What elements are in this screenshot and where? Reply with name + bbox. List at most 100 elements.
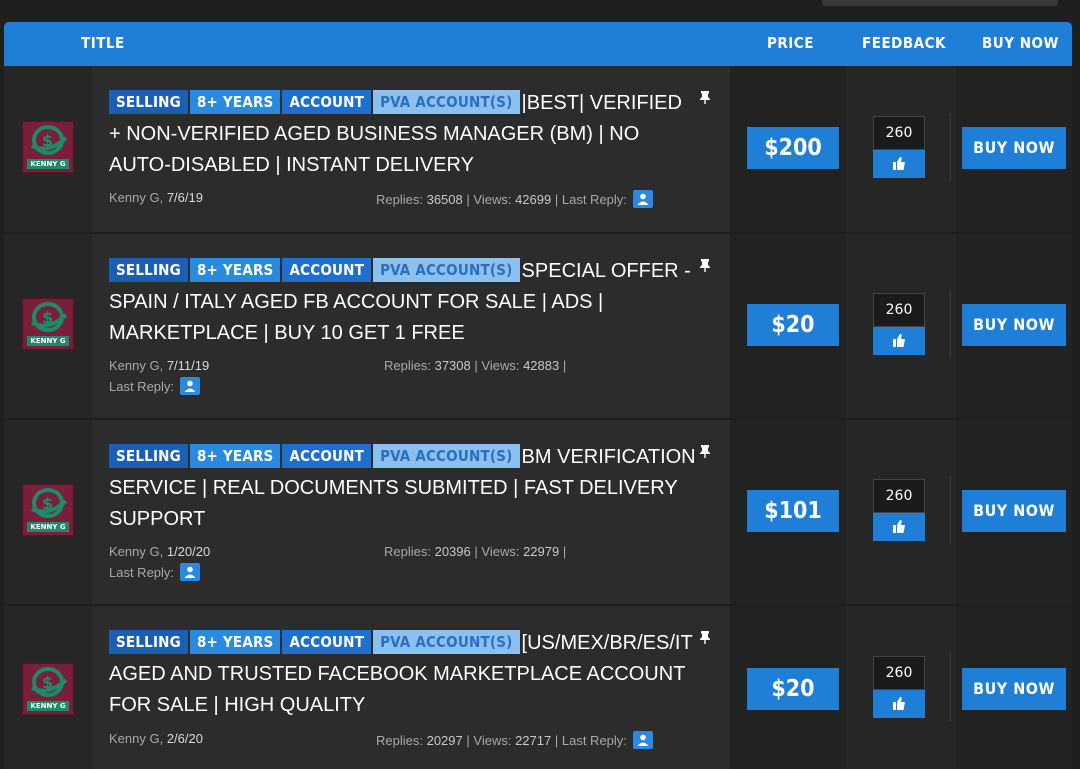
- user-icon[interactable]: [180, 377, 201, 395]
- column-price[interactable]: PRICE: [767, 34, 814, 52]
- table-row: $ KENNY G SELLING 8+ YEARS ACCOUNT PVA ACCO…: [4, 66, 1072, 234]
- pin-icon: [698, 443, 712, 462]
- avatar[interactable]: $ KENNY G: [22, 121, 74, 173]
- tag-pva[interactable]: PVA ACCOUNT(S): [373, 444, 520, 468]
- last-reply-label: Last Reply:: [561, 192, 627, 207]
- thread-date[interactable]: 7/11/19: [167, 358, 209, 373]
- thread-meta: Kenny G, 7/6/19: [109, 190, 203, 205]
- thread-stats: Replies: 20396 | Views: 22979 |: [384, 544, 566, 559]
- price-button[interactable]: $20: [747, 668, 839, 710]
- tag-selling[interactable]: SELLING: [109, 444, 188, 468]
- dollar-globe-icon: $: [31, 667, 68, 697]
- avatar-label: KENNY G: [27, 159, 69, 169]
- divider: [950, 290, 951, 358]
- buy-now-button[interactable]: BUY NOW: [962, 127, 1066, 169]
- avatar[interactable]: $ KENNY G: [22, 663, 74, 715]
- avatar[interactable]: $ KENNY G: [22, 298, 74, 350]
- feedback-count: 260: [873, 293, 925, 327]
- thread-table: TITLE PRICE FEEDBACK BUY NOW $ KENNY G S…: [4, 22, 1072, 769]
- views-label: Views:: [473, 733, 512, 748]
- author-name[interactable]: Kenny G,: [109, 358, 163, 373]
- svg-text:$: $: [42, 494, 53, 513]
- thread-date[interactable]: 7/6/19: [167, 190, 203, 205]
- tag-years[interactable]: 8+ YEARS: [189, 90, 281, 114]
- thread-date[interactable]: 1/20/20: [167, 544, 210, 559]
- tag-pva[interactable]: PVA ACCOUNT(S): [373, 90, 520, 114]
- tag-account[interactable]: ACCOUNT: [282, 630, 372, 654]
- tag-years[interactable]: 8+ YEARS: [189, 444, 281, 468]
- price-button[interactable]: $101: [747, 490, 839, 532]
- replies-label: Replies:: [376, 192, 423, 207]
- user-icon[interactable]: [632, 731, 653, 749]
- feedback-widget[interactable]: 260: [873, 479, 925, 541]
- avatar[interactable]: $ KENNY G: [22, 484, 74, 536]
- thread-date[interactable]: 2/6/20: [167, 731, 203, 746]
- thread-title: SELLING 8+ YEARS ACCOUNT PVA ACCOUNT(S) |BES…: [109, 88, 699, 181]
- avatar-label: KENNY G: [27, 336, 69, 346]
- separator: |: [474, 358, 478, 373]
- buy-now-button[interactable]: BUY NOW: [962, 668, 1066, 710]
- user-icon[interactable]: [632, 190, 653, 208]
- buy-now-button[interactable]: BUY NOW: [962, 490, 1066, 532]
- thumbs-up-icon[interactable]: [873, 327, 925, 355]
- search-box[interactable]: [822, 0, 1058, 6]
- feedback-count: 260: [873, 656, 925, 690]
- feedback-count: 260: [873, 116, 925, 150]
- tag-account[interactable]: ACCOUNT: [282, 90, 372, 114]
- divider: [950, 476, 951, 544]
- last-reply-label: Last Reply:: [561, 733, 627, 748]
- views-count: 22717: [515, 733, 552, 748]
- views-count: 42883: [523, 358, 560, 373]
- author-name[interactable]: Kenny G,: [109, 731, 163, 746]
- thread-title: SELLING 8+ YEARS ACCOUNT PVA ACCOUNT(S) [US/…: [109, 628, 699, 721]
- thumbs-up-icon[interactable]: [873, 513, 925, 541]
- user-icon[interactable]: [180, 563, 201, 581]
- separator: |: [562, 358, 567, 373]
- feedback-widget[interactable]: 260: [873, 293, 925, 355]
- thread-stats: Replies: 20297 | Views: 22717 | Last Rep…: [376, 731, 653, 749]
- tag-selling[interactable]: SELLING: [109, 630, 188, 654]
- tag-pva[interactable]: PVA ACCOUNT(S): [373, 258, 520, 282]
- top-bar: [0, 0, 1080, 22]
- table-row: $ KENNY G SELLING 8+ YEARS ACCOUNT PVA ACCO…: [4, 606, 1072, 769]
- views-label: Views:: [473, 192, 512, 207]
- price-button[interactable]: $20: [747, 304, 839, 346]
- svg-text:$: $: [42, 131, 53, 150]
- avatar-label: KENNY G: [27, 701, 69, 711]
- replies-label: Replies:: [384, 544, 431, 559]
- replies-count: 20396: [434, 544, 471, 559]
- dollar-globe-icon: $: [31, 302, 68, 332]
- tag-selling[interactable]: SELLING: [109, 258, 188, 282]
- thumbs-up-icon[interactable]: [873, 150, 925, 178]
- buy-now-button[interactable]: BUY NOW: [962, 304, 1066, 346]
- tag-years[interactable]: 8+ YEARS: [189, 630, 281, 654]
- thread-meta: Kenny G, 7/11/19: [109, 358, 209, 373]
- feedback-widget[interactable]: 260: [873, 656, 925, 718]
- tag-years[interactable]: 8+ YEARS: [189, 258, 281, 282]
- separator: |: [554, 733, 559, 748]
- pin-icon: [698, 89, 712, 108]
- column-title[interactable]: TITLE: [81, 34, 125, 52]
- feedback-widget[interactable]: 260: [873, 116, 925, 178]
- thread-title: SELLING 8+ YEARS ACCOUNT PVA ACCOUNT(S) BM V…: [109, 442, 699, 535]
- author-name[interactable]: Kenny G,: [109, 544, 163, 559]
- thumbs-up-icon[interactable]: [873, 690, 925, 718]
- thread-stats: Replies: 37308 | Views: 42883 |: [384, 358, 566, 373]
- tag-selling[interactable]: SELLING: [109, 90, 188, 114]
- views-count: 42699: [515, 192, 552, 207]
- last-reply: Last Reply:: [109, 563, 201, 581]
- separator: |: [466, 733, 470, 748]
- separator: |: [562, 544, 567, 559]
- price-button[interactable]: $200: [747, 127, 839, 169]
- feedback-count: 260: [873, 479, 925, 513]
- table-header: TITLE PRICE FEEDBACK BUY NOW: [4, 22, 1072, 66]
- last-reply-label: Last Reply:: [109, 379, 175, 394]
- column-feedback[interactable]: FEEDBACK: [862, 34, 946, 52]
- author-name[interactable]: Kenny G,: [109, 190, 163, 205]
- views-label: Views:: [481, 544, 520, 559]
- thread-meta: Kenny G, 2/6/20: [109, 731, 203, 746]
- svg-text:$: $: [42, 673, 53, 692]
- tag-pva[interactable]: PVA ACCOUNT(S): [373, 630, 520, 654]
- tag-account[interactable]: ACCOUNT: [282, 258, 372, 282]
- tag-account[interactable]: ACCOUNT: [282, 444, 372, 468]
